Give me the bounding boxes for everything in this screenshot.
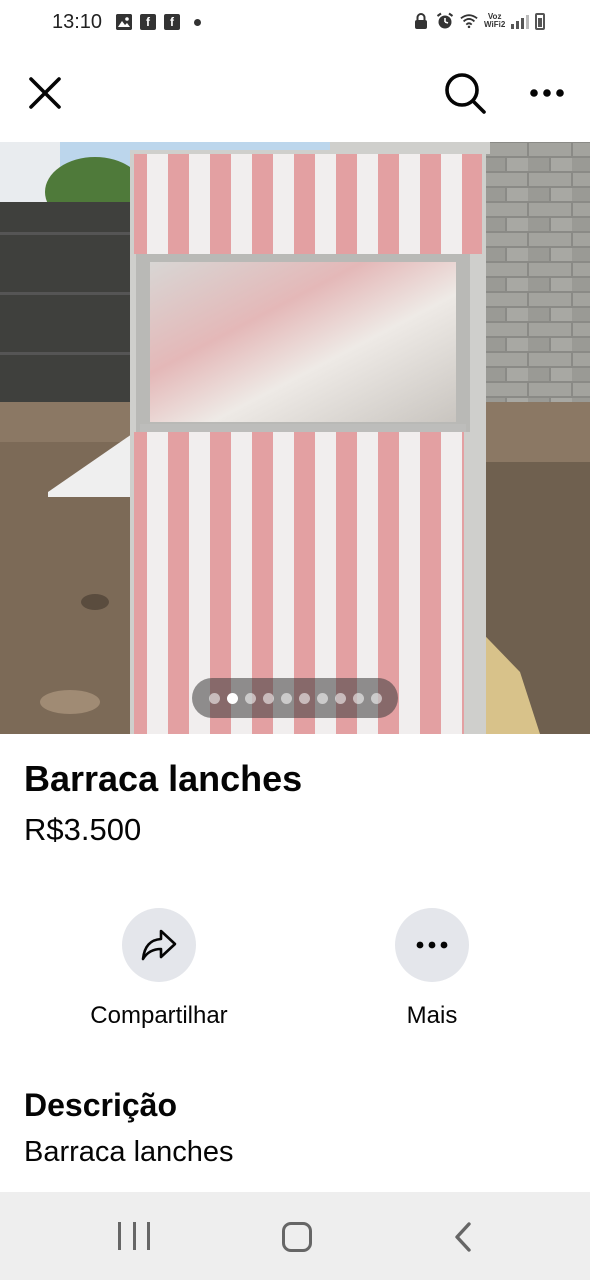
notification-icons: f f — [116, 14, 201, 30]
description-text: Barraca lanches — [24, 1136, 234, 1168]
more-label: Mais — [406, 1002, 458, 1029]
back-icon[interactable] — [448, 1220, 478, 1254]
system-status-icons: Voz WiFi2 — [412, 11, 546, 31]
pager-dot[interactable] — [370, 692, 382, 704]
signal-icon — [511, 13, 530, 29]
pager-dot[interactable] — [298, 692, 310, 704]
notification-dot-icon — [194, 18, 201, 26]
wifi-icon — [460, 11, 478, 31]
pager-dot[interactable] — [316, 692, 328, 704]
product-photo[interactable] — [0, 142, 590, 734]
pager-dot-active[interactable] — [226, 692, 238, 704]
network-label: Voz WiFi2 — [484, 13, 505, 29]
close-icon — [29, 77, 61, 109]
status-time: 13:10 — [52, 11, 103, 33]
status-bar: 13:10 f f Voz WiFi2 — [0, 0, 590, 46]
pager-dot[interactable] — [352, 692, 364, 704]
more-options-button[interactable] — [522, 68, 572, 118]
facebook-icon: f — [140, 14, 156, 30]
pager-dot[interactable] — [262, 692, 274, 704]
pager-dot[interactable] — [334, 692, 346, 704]
description-heading: Descrição — [24, 1087, 177, 1123]
image-pager[interactable] — [192, 678, 398, 718]
home-icon[interactable] — [282, 1222, 312, 1252]
pager-dot[interactable] — [244, 692, 256, 704]
system-nav-bar — [0, 1192, 590, 1280]
more-circle[interactable] — [395, 908, 469, 982]
close-button[interactable] — [20, 68, 70, 118]
lock-icon — [412, 11, 430, 31]
search-icon — [445, 73, 486, 114]
facebook-icon: f — [164, 14, 180, 30]
alarm-icon — [436, 11, 454, 31]
search-button[interactable] — [440, 68, 490, 118]
pager-dot[interactable] — [280, 692, 292, 704]
share-icon — [141, 929, 177, 961]
share-label: Compartilhar — [90, 1002, 228, 1029]
listing-title: Barraca lanches — [24, 758, 303, 799]
more-actions-button[interactable]: Mais — [332, 908, 532, 1030]
network-label-bottom: WiFi2 — [484, 20, 506, 29]
more-horizontal-icon — [530, 89, 564, 97]
pager-dot[interactable] — [208, 692, 220, 704]
listing-price: R$3.500 — [24, 812, 142, 847]
battery-icon — [535, 12, 546, 30]
product-photo-image — [0, 142, 590, 734]
top-bar — [0, 46, 590, 142]
share-button[interactable]: Compartilhar — [59, 908, 259, 1030]
more-horizontal-icon — [416, 941, 448, 949]
share-circle[interactable] — [122, 908, 196, 982]
image-icon — [116, 14, 132, 30]
recents-icon[interactable] — [118, 1222, 150, 1252]
